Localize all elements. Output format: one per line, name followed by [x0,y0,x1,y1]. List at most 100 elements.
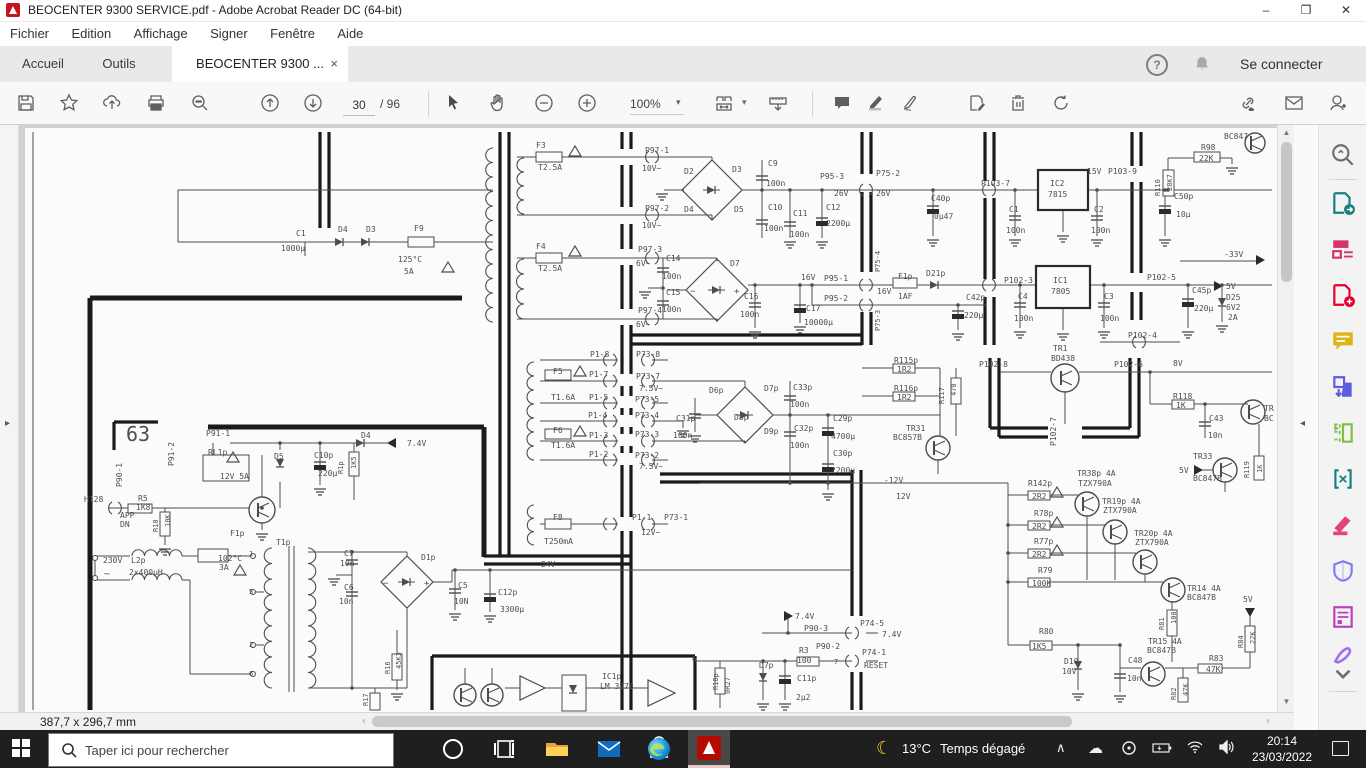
close-button[interactable]: ✕ [1326,0,1366,21]
search-icon[interactable] [190,93,212,115]
cortana-icon[interactable] [440,736,466,762]
schematic-page[interactable]: C11000µD4 D3 F9125°C5AF3T2.5AP97-110V~P97-… [0,125,1277,712]
wifi-icon[interactable] [1186,740,1204,756]
meet-now-icon[interactable] [1120,739,1138,757]
vertical-scroll-thumb[interactable] [1281,142,1292,282]
add-account-icon[interactable] [1328,93,1350,115]
svg-text:R78p: R78p [1034,509,1053,518]
status-bar: 387,7 x 296,7 mm ‹ › [0,712,1294,731]
minimize-button[interactable]: – [1246,0,1286,21]
previous-page-icon[interactable] [260,93,282,115]
share-link-icon[interactable] [1238,93,1260,115]
start-button[interactable] [12,739,32,759]
tab-document[interactable]: BEOCENTER 9300 ... × [172,46,348,82]
prepare-form-icon[interactable] [1327,601,1359,633]
horizontal-scroll-thumb[interactable] [372,716,1072,727]
horizontal-scrollbar[interactable]: ‹ › [356,713,1276,731]
organize-pages-icon[interactable] [1327,417,1359,449]
select-tool-icon[interactable] [444,93,466,115]
svg-text:7.4V: 7.4V [882,630,901,639]
panel-divider [1329,179,1357,180]
menu-aide[interactable]: Aide [337,22,363,46]
scroll-right-icon[interactable]: › [1262,716,1274,725]
taskbar-search[interactable]: Taper ici pour rechercher [48,733,394,767]
tab-accueil[interactable]: Accueil [10,46,76,82]
comment-tool-icon[interactable] [1327,325,1359,357]
fit-width-icon[interactable] [714,93,736,115]
svg-text:100n: 100n [673,431,692,440]
hand-tool-icon[interactable] [488,93,510,115]
menu-fichier[interactable]: Fichier [10,22,49,46]
weather-temperature[interactable]: 13°C [902,741,931,756]
rotate-icon[interactable] [1052,93,1074,115]
scroll-left-icon[interactable]: ‹ [358,716,370,725]
tab-outils[interactable]: Outils [86,46,152,82]
menu-edition[interactable]: Edition [71,22,111,46]
svg-text:TR38p 4A: TR38p 4A [1077,469,1116,478]
page-number-input[interactable] [343,95,375,116]
battery-icon[interactable] [1152,741,1172,755]
measure-icon[interactable] [768,93,790,115]
onedrive-cloud-icon[interactable]: ☁ [1088,739,1103,757]
acrobat-taskbar-active[interactable] [688,730,730,768]
task-view-icon[interactable] [492,736,518,762]
cloud-upload-icon[interactable] [102,93,124,115]
zoom-in-icon[interactable] [577,93,599,115]
hidden-icons-chevron[interactable]: ∧ [1056,740,1066,756]
export-pdf-icon[interactable] [1327,187,1359,219]
zoom-out-icon[interactable] [534,93,556,115]
menu-affichage[interactable]: Affichage [134,22,188,46]
scroll-up-icon[interactable]: ▲ [1278,128,1295,137]
highlight-icon[interactable] [866,93,888,115]
combine-files-icon[interactable] [1327,371,1359,403]
help-icon[interactable]: ? [1146,54,1168,76]
file-explorer-icon[interactable] [544,736,570,762]
svg-text:100n: 100n [740,310,759,319]
tab-close-icon[interactable]: × [330,46,338,82]
left-panel-expand-icon[interactable]: ▸ [5,418,10,429]
menu-signer[interactable]: Signer [210,22,248,46]
svg-text:+: + [424,579,430,589]
search-document-icon[interactable] [1327,139,1359,171]
redact-icon[interactable] [1327,509,1359,541]
menu-fenetre[interactable]: Fenêtre [270,22,315,46]
sign-in-button[interactable]: Se connecter [1240,46,1323,82]
svg-text:15V: 15V [1087,167,1102,176]
action-center-icon[interactable] [1332,741,1349,756]
zoom-caret-icon[interactable]: ▾ [676,97,681,108]
svg-text:R119: R119 [1243,461,1251,478]
svg-text:2R2: 2R2 [1032,492,1047,501]
tools-panel-expand-icon[interactable]: ◂ [1300,418,1305,429]
fill-sign-icon[interactable] [967,93,989,115]
bell-icon[interactable] [1192,54,1212,74]
vertical-scrollbar[interactable]: ▲ ▼ [1277,125,1295,712]
sign-pen-icon[interactable] [901,93,923,115]
edit-pdf-icon[interactable] [1327,233,1359,265]
star-icon[interactable] [59,93,81,115]
delete-icon[interactable] [1008,93,1030,115]
print-icon[interactable] [146,93,168,115]
compress-pdf-icon[interactable] [1327,463,1359,495]
more-tools-chevron-icon[interactable] [1327,659,1359,680]
scroll-down-icon[interactable]: ▼ [1278,697,1295,706]
svg-text:C2: C2 [1094,205,1104,214]
save-icon[interactable] [16,93,38,115]
mail-icon[interactable] [596,736,622,762]
comment-icon[interactable] [832,93,854,115]
svg-text:IC1: IC1 [1053,276,1068,285]
volume-icon[interactable] [1218,739,1236,756]
fit-caret-icon[interactable]: ▾ [742,97,747,108]
taskbar-clock[interactable]: 20:14 23/03/2022 [1246,733,1318,765]
next-page-icon[interactable] [303,93,325,115]
maximize-button[interactable]: ❐ [1286,0,1326,21]
email-icon[interactable] [1284,93,1306,115]
svg-text:P91-1: P91-1 [206,429,230,438]
toolbar-separator [428,91,429,117]
svg-text:TR14 4A: TR14 4A [1187,584,1221,593]
weather-description[interactable]: Temps dégagé [940,741,1025,756]
create-pdf-icon[interactable] [1327,279,1359,311]
moon-weather-icon[interactable]: ☾ [876,738,892,758]
document-area: C1 1000µ D4 D3 F9 125°C 5A F3 T2.5A P97-1 10V~ P97-… [0,125,1366,731]
svg-text:7.4V: 7.4V [795,612,814,621]
protect-shield-icon[interactable] [1327,555,1359,587]
